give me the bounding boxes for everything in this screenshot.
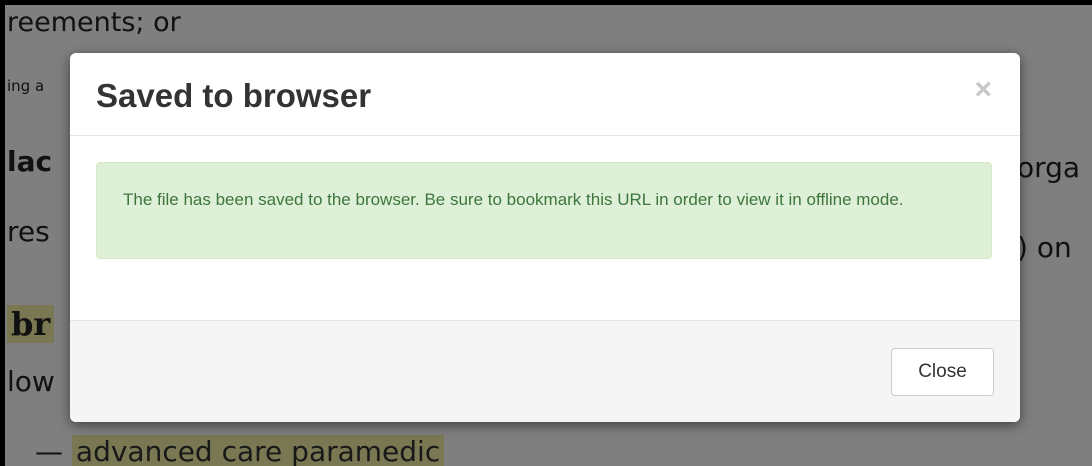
close-icon[interactable]: ×: [974, 75, 992, 105]
modal-footer: Close: [70, 320, 1020, 422]
close-button[interactable]: Close: [891, 348, 994, 396]
success-alert: The file has been saved to the browser. …: [96, 162, 992, 259]
saved-to-browser-dialog: Saved to browser × The file has been sav…: [70, 53, 1020, 422]
modal-title: Saved to browser: [96, 77, 372, 114]
modal-header: Saved to browser ×: [70, 53, 1020, 136]
